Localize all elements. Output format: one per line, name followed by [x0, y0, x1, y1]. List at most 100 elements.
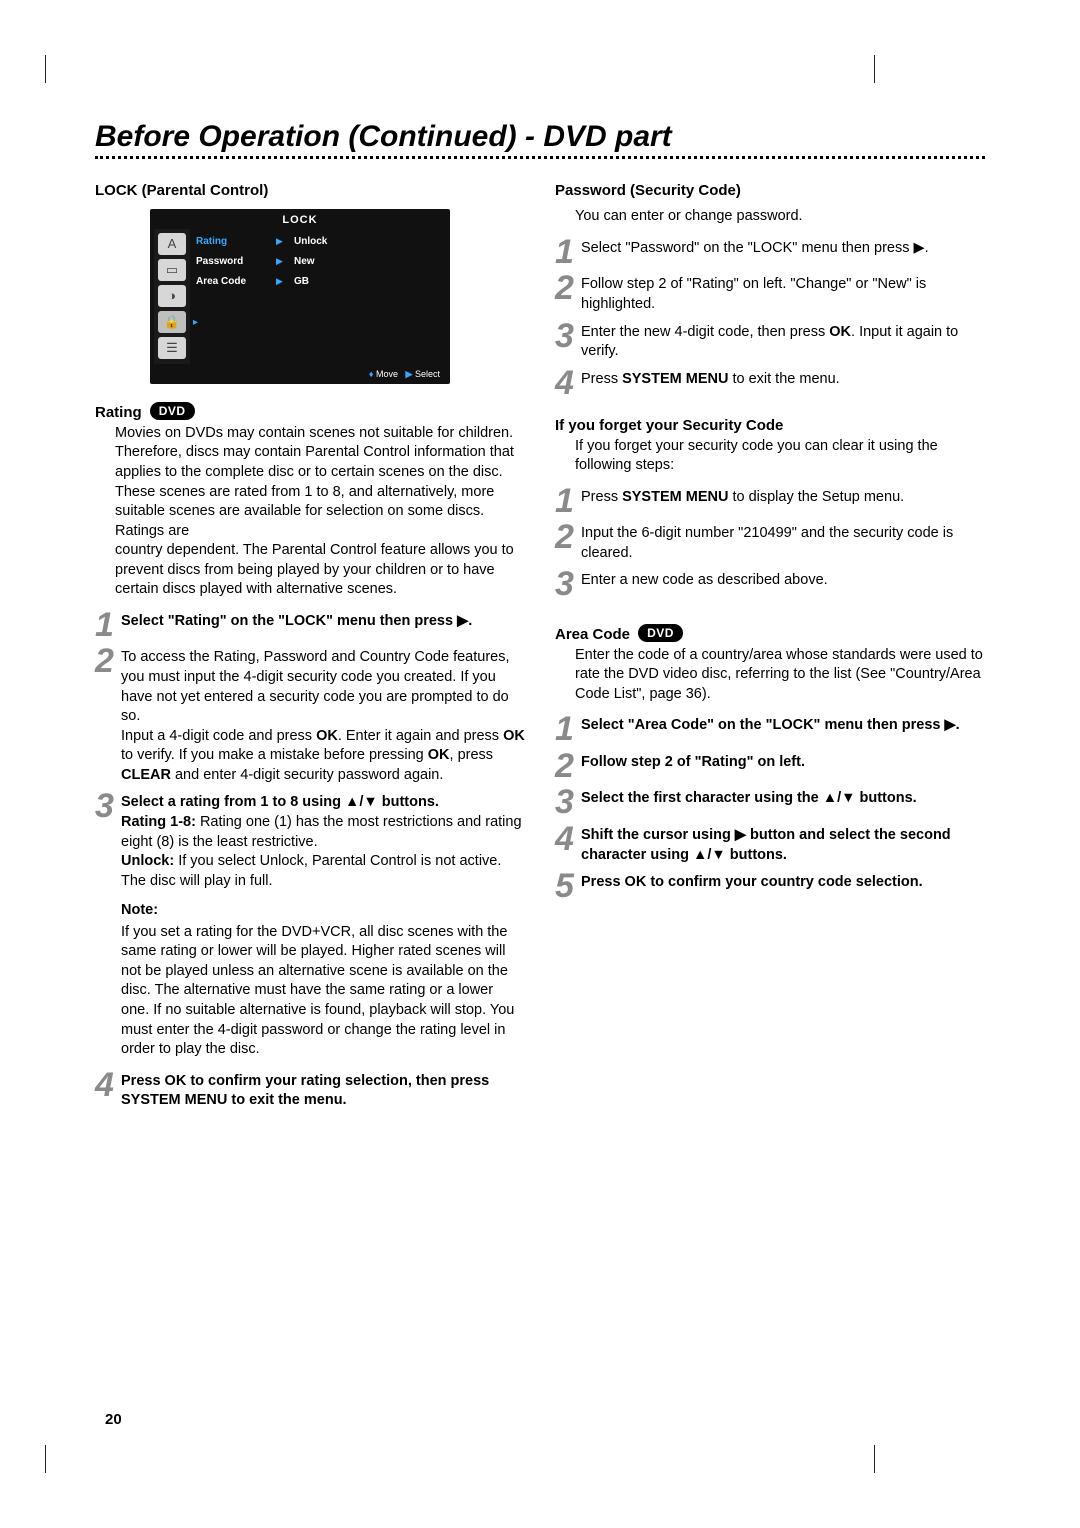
- rating-heading-row: Rating DVD: [95, 402, 525, 424]
- step-body-pre: To access the Rating, Password and Count…: [121, 649, 509, 724]
- right-column: Password (Security Code) You can enter o…: [555, 177, 985, 1117]
- crop-mark: [874, 1445, 875, 1473]
- rating-body: Movies on DVDs may contain scenes not su…: [115, 424, 525, 600]
- lock-menu-sidebar: A ▭ ◑ 🔒 ☰: [154, 229, 190, 364]
- step-number: 1: [555, 237, 581, 268]
- password-steps: 1 Select "Password" on the "LOCK" menu t…: [555, 237, 985, 398]
- ac-step-3: 3 Select the first character using the ▲…: [555, 787, 985, 818]
- area-heading-row: Area Code DVD: [555, 624, 985, 646]
- ac-step-4: 4 Shift the cursor using ▶ button and se…: [555, 824, 985, 865]
- page-number: 20: [105, 1411, 122, 1428]
- ac-step-2: 2 Follow step 2 of "Rating" on left.: [555, 751, 985, 782]
- step-text: Select a rating from 1 to 8 using ▲/▼ bu…: [121, 791, 525, 891]
- footer-select: Select: [415, 369, 440, 379]
- step-3: 3 Select a rating from 1 to 8 using ▲/▼ …: [95, 791, 525, 891]
- lock-row-password: Password ▶ New: [196, 251, 444, 271]
- lock-row-label: Rating: [196, 235, 276, 249]
- crop-mark: [874, 55, 875, 83]
- step-lead: Shift the cursor using ▶ button and sele…: [581, 827, 951, 863]
- step-text: Enter a new code as described above.: [581, 569, 985, 591]
- step-lead: Select "Rating" on the "LOCK" menu then …: [121, 613, 472, 629]
- pw-step-4: 4 Press SYSTEM MENU to exit the menu.: [555, 368, 985, 399]
- step-text: Select "Password" on the "LOCK" menu the…: [581, 237, 985, 259]
- step-lead: Press OK to confirm your country code se…: [581, 874, 923, 890]
- lock-row-label: Area Code: [196, 275, 276, 289]
- lock-row-rating: Rating ▶ Unlock: [196, 231, 444, 251]
- lock-row-label: Password: [196, 255, 276, 269]
- step-number: 4: [555, 368, 581, 399]
- left-column: LOCK (Parental Control) LOCK A ▭ ◑ 🔒 ☰ R…: [95, 177, 525, 1117]
- language-icon: A: [158, 233, 186, 255]
- pw-step-3: 3 Enter the new 4-digit code, then press…: [555, 321, 985, 362]
- fg-step-2: 2 Input the 6-digit number "210499" and …: [555, 522, 985, 563]
- step-text: Press OK to confirm your country code se…: [581, 871, 985, 893]
- step-number: 1: [555, 486, 581, 517]
- area-heading: Area Code: [555, 626, 630, 643]
- step-2: 2 To access the Rating, Password and Cou…: [95, 646, 525, 785]
- ac-step-5: 5 Press OK to confirm your country code …: [555, 871, 985, 902]
- step-number: 3: [555, 569, 581, 600]
- lock-menu-footer: ♦ Move ▶ Select: [369, 368, 440, 380]
- lock-icon: 🔒: [158, 311, 186, 333]
- step-text: Enter the new 4-digit code, then press O…: [581, 321, 985, 362]
- step-1: 1 Select "Rating" on the "LOCK" menu the…: [95, 610, 525, 641]
- rating-heading: Rating: [95, 404, 142, 421]
- dotted-rule: [95, 156, 985, 159]
- step-number: 2: [555, 751, 581, 782]
- step-text: Select "Rating" on the "LOCK" menu then …: [121, 610, 525, 632]
- lock-menu-title: LOCK: [150, 213, 450, 228]
- manual-page: Before Operation (Continued) - DVD part …: [0, 0, 1080, 1528]
- step-lead: Select the first character using the ▲/▼…: [581, 790, 917, 806]
- step-text: To access the Rating, Password and Count…: [121, 646, 525, 785]
- audio-icon: ◑: [158, 285, 186, 307]
- display-icon: ▭: [158, 259, 186, 281]
- footer-move: Move: [376, 369, 398, 379]
- forget-steps: 1 Press SYSTEM MENU to display the Setup…: [555, 486, 985, 600]
- rating-steps-cont: 4 Press OK to confirm your rating select…: [95, 1070, 525, 1111]
- step-text: Press SYSTEM MENU to display the Setup m…: [581, 486, 985, 508]
- lock-row-areacode: Area Code ▶ GB: [196, 271, 444, 291]
- step-lead: Select a rating from 1 to 8 using ▲/▼ bu…: [121, 794, 439, 810]
- area-intro: Enter the code of a country/area whose s…: [575, 646, 985, 705]
- lock-row-value: New: [294, 255, 315, 269]
- updown-icon: ♦: [369, 369, 374, 379]
- password-heading: Password (Security Code): [555, 181, 985, 201]
- chevron-right-icon: ▶: [276, 255, 294, 267]
- step-rating18: Rating 1-8: Rating one (1) has the most …: [121, 814, 522, 850]
- step-number: 4: [555, 824, 581, 855]
- fg-step-3: 3 Enter a new code as described above.: [555, 569, 985, 600]
- step-text: Select "Area Code" on the "LOCK" menu th…: [581, 714, 985, 736]
- dvd-badge: DVD: [638, 624, 683, 642]
- page-title: Before Operation (Continued) - DVD part: [95, 120, 985, 154]
- step-lead: Follow step 2 of "Rating" on left.: [581, 754, 805, 770]
- step-body-post: Input a 4-digit code and press OK. Enter…: [121, 728, 525, 783]
- step-number: 5: [555, 871, 581, 902]
- lock-row-value: GB: [294, 275, 309, 289]
- step-number: 2: [555, 522, 581, 553]
- chevron-right-icon: ▶: [276, 235, 294, 247]
- step-number: 3: [555, 321, 581, 352]
- step-text: Shift the cursor using ▶ button and sele…: [581, 824, 985, 865]
- note-heading: Note:: [121, 901, 525, 921]
- step-number: 2: [555, 273, 581, 304]
- step-unlock: Unlock: If you select Unlock, Parental C…: [121, 853, 501, 889]
- step-lead: Select "Area Code" on the "LOCK" menu th…: [581, 717, 960, 733]
- step-text: Press SYSTEM MENU to exit the menu.: [581, 368, 985, 390]
- step-text: Follow step 2 of "Rating" on left. "Chan…: [581, 273, 985, 314]
- step-number: 3: [555, 787, 581, 818]
- lock-menu-screenshot: LOCK A ▭ ◑ 🔒 ☰ Rating ▶ Unlock Password: [150, 209, 450, 384]
- step-number: 4: [95, 1070, 121, 1101]
- lock-heading: LOCK (Parental Control): [95, 181, 525, 201]
- forget-heading: If you forget your Security Code: [555, 416, 985, 436]
- step-lead: Press OK to confirm your rating selectio…: [121, 1073, 489, 1109]
- ac-step-1: 1 Select "Area Code" on the "LOCK" menu …: [555, 714, 985, 745]
- step-number: 2: [95, 646, 121, 677]
- crop-mark: [45, 55, 46, 83]
- other-icon: ☰: [158, 337, 186, 359]
- step-text: Press OK to confirm your rating selectio…: [121, 1070, 525, 1111]
- forget-intro: If you forget your security code you can…: [575, 437, 985, 476]
- dvd-badge: DVD: [150, 402, 195, 420]
- step-text: Follow step 2 of "Rating" on left.: [581, 751, 985, 773]
- step-number: 1: [555, 714, 581, 745]
- password-intro: You can enter or change password.: [575, 207, 985, 227]
